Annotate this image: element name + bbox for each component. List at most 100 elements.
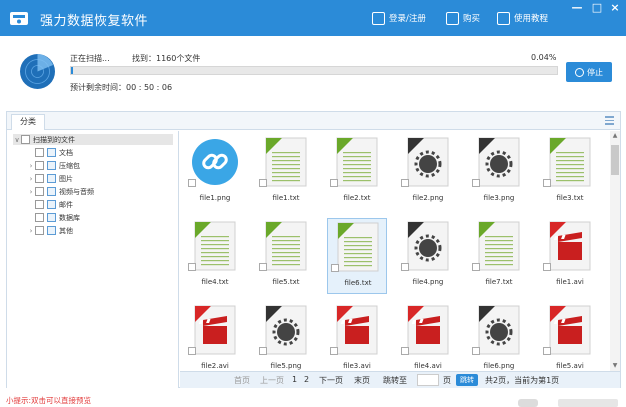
file-tile[interactable]: file5.png xyxy=(256,302,316,371)
file-tile[interactable]: file5.txt xyxy=(256,218,316,294)
file-checkbox[interactable] xyxy=(472,347,480,355)
file-checkbox[interactable] xyxy=(543,263,551,271)
minimize-button[interactable]: — xyxy=(569,2,585,15)
png-file-icon xyxy=(407,137,449,187)
file-checkbox[interactable] xyxy=(188,347,196,355)
tree-item-checkbox[interactable] xyxy=(35,200,44,209)
file-tile[interactable]: file7.txt xyxy=(469,218,529,294)
scroll-down-icon[interactable]: ▼ xyxy=(610,361,620,371)
list-view-icon[interactable] xyxy=(605,116,614,125)
user-icon xyxy=(372,11,385,25)
title-bar: 强力数据恢复软件 登录/注册 购买 使用教程 — □ × xyxy=(0,0,626,36)
file-tile[interactable]: file6.txt xyxy=(327,218,387,294)
file-checkbox[interactable] xyxy=(401,179,409,187)
tree-item-checkbox[interactable] xyxy=(35,174,44,183)
tab-category[interactable]: 分类 xyxy=(11,114,45,130)
file-tile[interactable]: file6.png xyxy=(469,302,529,371)
chevron-right-icon[interactable]: › xyxy=(27,175,35,183)
tree-item-checkbox[interactable] xyxy=(35,213,44,222)
tree-item[interactable]: 邮件 xyxy=(27,199,73,210)
tree-item-checkbox[interactable] xyxy=(35,187,44,196)
tutorial-button[interactable]: 使用教程 xyxy=(497,11,548,25)
tree-item[interactable]: › 压缩包 xyxy=(27,160,80,171)
file-tile[interactable]: file4.txt xyxy=(185,218,245,294)
video-icon xyxy=(47,187,56,196)
first-page-link[interactable]: 首页 xyxy=(234,375,250,386)
file-checkbox[interactable] xyxy=(472,179,480,187)
tree-item[interactable]: › 其他 xyxy=(27,225,73,236)
tree-item-checkbox[interactable] xyxy=(35,161,44,170)
file-name: file3.png xyxy=(483,194,515,202)
file-checkbox[interactable] xyxy=(401,263,409,271)
tree-item[interactable]: 文档 xyxy=(27,147,73,158)
file-name: file5.txt xyxy=(272,278,300,286)
txt-file-icon xyxy=(336,137,378,187)
tree-item-label: 邮件 xyxy=(59,200,73,209)
chevron-down-icon[interactable]: ∨ xyxy=(13,136,21,144)
chevron-right-icon[interactable]: › xyxy=(27,227,35,235)
page-2-link[interactable]: 2 xyxy=(304,375,309,384)
file-checkbox[interactable] xyxy=(331,264,339,272)
txt-file-icon xyxy=(478,221,520,271)
file-checkbox[interactable] xyxy=(543,179,551,187)
app-title: 强力数据恢复软件 xyxy=(40,14,149,29)
file-checkbox[interactable] xyxy=(330,347,338,355)
scroll-up-icon[interactable]: ▲ xyxy=(610,131,620,141)
file-tile[interactable]: file3.txt xyxy=(540,134,600,210)
file-checkbox[interactable] xyxy=(188,263,196,271)
file-tile[interactable]: file3.png xyxy=(469,134,529,210)
close-button[interactable]: × xyxy=(607,2,623,15)
file-name: file2.avi xyxy=(201,362,229,370)
file-checkbox[interactable] xyxy=(259,263,267,271)
link-icon xyxy=(192,139,238,185)
file-checkbox[interactable] xyxy=(259,179,267,187)
file-tile[interactable]: file2.txt xyxy=(327,134,387,210)
file-tile[interactable]: file4.avi xyxy=(398,302,458,371)
tree-item-checkbox[interactable] xyxy=(35,148,44,157)
scan-status: 正在扫描... xyxy=(70,54,110,63)
tree-item-checkbox[interactable] xyxy=(35,226,44,235)
file-tile[interactable]: file1.png xyxy=(185,134,245,210)
png-file-icon xyxy=(265,305,307,355)
vertical-scrollbar[interactable]: ▲ ▼ xyxy=(610,131,620,371)
chevron-right-icon[interactable]: › xyxy=(27,162,35,170)
file-checkbox[interactable] xyxy=(543,347,551,355)
tree-item[interactable]: 数据库 xyxy=(27,212,80,223)
jump-button[interactable]: 跳转 xyxy=(456,374,478,386)
last-page-link[interactable]: 末页 xyxy=(354,375,370,386)
tree-root-checkbox[interactable] xyxy=(21,135,30,144)
file-tile[interactable]: file3.avi xyxy=(327,302,387,371)
file-tile[interactable]: file4.png xyxy=(398,218,458,294)
tab-bar: 分类 xyxy=(7,112,620,130)
file-tile[interactable]: file1.txt xyxy=(256,134,316,210)
scroll-thumb[interactable] xyxy=(611,145,619,175)
file-checkbox[interactable] xyxy=(259,347,267,355)
file-checkbox[interactable] xyxy=(330,179,338,187)
chevron-right-icon[interactable]: › xyxy=(27,188,35,196)
page-1-link[interactable]: 1 xyxy=(292,375,297,384)
tree-root[interactable]: ∨ 扫描到的文件 xyxy=(13,134,173,145)
category-tree: ∨ 扫描到的文件 文档 › 压缩包 › 图片 › 视频与音频 邮件 数据库 › 其他 xyxy=(7,131,179,388)
file-tile[interactable]: file2.avi xyxy=(185,302,245,371)
file-name: file4.txt xyxy=(201,278,229,286)
file-checkbox[interactable] xyxy=(401,347,409,355)
file-name: file1.avi xyxy=(556,278,584,286)
page-number-input[interactable] xyxy=(417,374,439,386)
tree-item[interactable]: › 视频与音频 xyxy=(27,186,94,197)
file-checkbox[interactable] xyxy=(188,179,196,187)
next-page-link[interactable]: 下一页 xyxy=(319,375,343,386)
file-tile[interactable]: file5.avi xyxy=(540,302,600,371)
file-checkbox[interactable] xyxy=(472,263,480,271)
file-tile[interactable]: file2.png xyxy=(398,134,458,210)
maximize-button[interactable]: □ xyxy=(589,2,605,15)
prev-page-link[interactable]: 上一页 xyxy=(260,375,284,386)
file-name: file1.txt xyxy=(272,194,300,202)
tree-item[interactable]: › 图片 xyxy=(27,173,73,184)
file-grid: file1.png file1.txt file2.txt file2.png file… xyxy=(180,131,610,371)
login-button[interactable]: 登录/注册 xyxy=(372,11,426,25)
stop-button[interactable]: 停止 xyxy=(566,62,612,82)
tree-item-label: 视频与音频 xyxy=(59,187,94,196)
file-tile[interactable]: file1.avi xyxy=(540,218,600,294)
tree-root-label: 扫描到的文件 xyxy=(33,135,75,144)
buy-button[interactable]: 购买 xyxy=(446,11,480,25)
